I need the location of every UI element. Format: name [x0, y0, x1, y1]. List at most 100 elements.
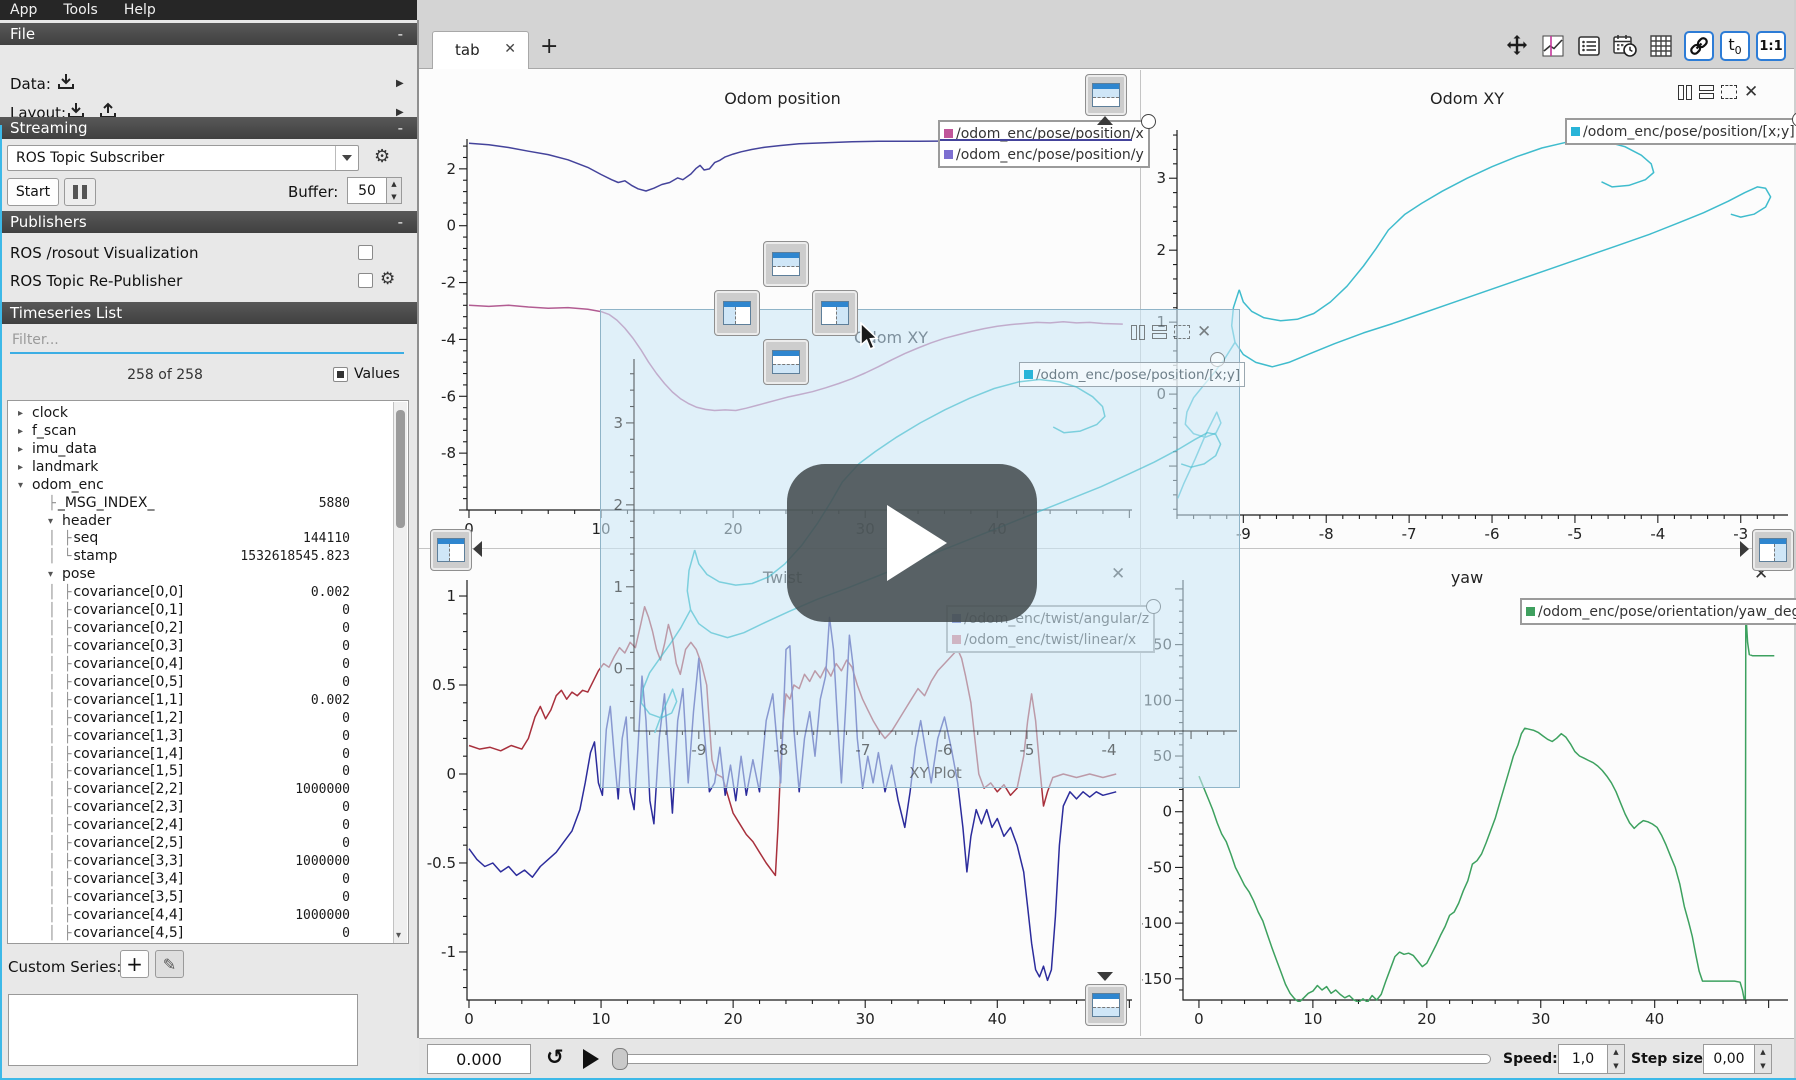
legend-odom-xy[interactable]: /odom_enc/pose/position/[x;y]: [1565, 118, 1796, 145]
tree-item[interactable]: ▾pose: [8, 566, 408, 584]
streaming-source-select[interactable]: ROS Topic Subscriber: [7, 145, 359, 171]
legend-yaw[interactable]: /odom_enc/pose/orientation/yaw_deg: [1520, 598, 1796, 625]
dock-bottom-indicator[interactable]: [763, 339, 809, 385]
tree-item[interactable]: │ ├ covariance[2,4]0: [8, 817, 408, 835]
republisher-gear-icon[interactable]: ⚙: [380, 269, 395, 289]
tree-item[interactable]: │ ├ covariance[3,4]0: [8, 871, 408, 889]
legend-entry[interactable]: /odom_enc/pose/position/y: [944, 144, 1144, 165]
values-checkbox[interactable]: [333, 367, 348, 382]
tree-item[interactable]: │ ├ seq144110: [8, 530, 408, 548]
tab-close-icon[interactable]: ✕: [504, 41, 516, 57]
loop-icon[interactable]: ↺: [546, 1045, 564, 1069]
tree-item[interactable]: ▸f_scan: [8, 423, 408, 441]
legend-handle[interactable]: [1141, 114, 1156, 129]
streaming-section-header[interactable]: Streaming -: [0, 117, 417, 139]
speed-spinbox[interactable]: 1,0: [1558, 1044, 1608, 1074]
timeseries-section-header[interactable]: Timeseries List: [0, 302, 417, 324]
tree-item[interactable]: │ ├ covariance[4,4]1000000: [8, 907, 408, 925]
playback-slider[interactable]: [612, 1054, 1491, 1064]
link-ranges-icon[interactable]: [1684, 31, 1714, 61]
edit-custom-series-button[interactable]: ✎: [155, 950, 184, 978]
tree-item[interactable]: │ ├ covariance[0,5]0: [8, 674, 408, 692]
tree-scrollbar-thumb[interactable]: [396, 410, 405, 528]
tree-item[interactable]: │ ├ covariance[0,4]0: [8, 656, 408, 674]
collapse-icon[interactable]: -: [398, 211, 403, 233]
datetime-tool-icon[interactable]: [1610, 31, 1640, 61]
legend-tool-icon[interactable]: [1574, 31, 1604, 61]
tracker-tool-icon[interactable]: [1538, 31, 1568, 61]
playback-play-button[interactable]: [583, 1049, 599, 1069]
tree-item[interactable]: ▸imu_data: [8, 441, 408, 459]
data-submenu-icon[interactable]: ▶: [396, 78, 404, 89]
collapse-icon[interactable]: -: [398, 23, 403, 45]
tree-item[interactable]: │ ├ covariance[2,3]0: [8, 799, 408, 817]
tree-expand-icon[interactable]: ▸: [18, 423, 32, 441]
split-horizontal-icon[interactable]: [1699, 85, 1714, 99]
tree-expand-icon[interactable]: ▸: [18, 459, 32, 477]
fullscreen-icon[interactable]: [1721, 85, 1737, 99]
custom-series-list[interactable]: [8, 994, 358, 1066]
close-plot-icon[interactable]: ✕: [1744, 84, 1758, 100]
menu-tools[interactable]: Tools: [63, 2, 98, 18]
filter-input[interactable]: [10, 328, 404, 354]
start-button[interactable]: Start: [7, 178, 59, 206]
step-spin-arrows[interactable]: ▲▼: [1754, 1044, 1772, 1074]
dock-edge-right-indicator[interactable]: [1752, 529, 1794, 571]
tree-item[interactable]: ├ _MSG_INDEX_5880: [8, 495, 408, 513]
ratio-1-1-icon[interactable]: 1:1: [1756, 31, 1786, 61]
tree-item[interactable]: │ ├ covariance[0,2]0: [8, 620, 408, 638]
tree-item[interactable]: │ ├ covariance[1,5]0: [8, 763, 408, 781]
tree-item[interactable]: │ ├ covariance[2,5]0: [8, 835, 408, 853]
tree-item[interactable]: ▸clock: [8, 405, 408, 423]
tree-item[interactable]: │ ├ covariance[1,4]0: [8, 746, 408, 764]
dock-edge-left-indicator[interactable]: [430, 529, 472, 571]
tree-item[interactable]: │ ├ covariance[3,5]0: [8, 889, 408, 907]
tree-item[interactable]: │ ├ covariance[3,3]1000000: [8, 853, 408, 871]
tree-item[interactable]: │ ├ covariance[0,0]0.002: [8, 584, 408, 602]
tree-item[interactable]: ▸landmark: [8, 459, 408, 477]
tree-item[interactable]: │ ├ covariance[1,3]0: [8, 728, 408, 746]
tree-item[interactable]: │ ├ covariance[4,5]0: [8, 925, 408, 943]
tree-item[interactable]: │ ├ covariance[0,1]0: [8, 602, 408, 620]
tree-collapse-icon[interactable]: ▾: [48, 566, 62, 584]
streaming-gear-icon[interactable]: ⚙: [374, 146, 390, 167]
publisher-rosout-checkbox[interactable]: [358, 245, 373, 260]
dock-edge-bottom-indicator[interactable]: [1085, 984, 1127, 1026]
tree-item[interactable]: │ ├ covariance[2,2]1000000: [8, 781, 408, 799]
step-size-spinbox[interactable]: 0,00: [1703, 1044, 1755, 1074]
load-data-icon[interactable]: [56, 72, 76, 96]
pause-button[interactable]: [64, 178, 96, 206]
playback-time[interactable]: 0.000: [427, 1044, 531, 1074]
grid-tool-icon[interactable]: [1646, 31, 1676, 61]
split-vertical-icon[interactable]: [1678, 85, 1692, 100]
tree-collapse-icon[interactable]: ▾: [18, 477, 32, 495]
tree-expand-icon[interactable]: ▸: [18, 405, 32, 423]
publishers-section-header[interactable]: Publishers -: [0, 211, 417, 233]
dock-right-indicator[interactable]: [812, 290, 858, 336]
tree-item[interactable]: │ ├ covariance[1,1]0.002: [8, 692, 408, 710]
buffer-spin-arrows[interactable]: ▲▼: [386, 177, 402, 204]
dock-top-indicator[interactable]: [763, 241, 809, 287]
tree-item[interactable]: │ └ stamp1532618545.823: [8, 548, 408, 566]
dock-left-indicator[interactable]: [714, 290, 760, 336]
tree-item[interactable]: │ ├ covariance[1,2]0: [8, 710, 408, 728]
legend-odom-position[interactable]: /odom_enc/pose/position/x/odom_enc/pose/…: [938, 120, 1150, 168]
dock-edge-top-indicator[interactable]: [1085, 74, 1127, 116]
tree-item[interactable]: ▾odom_enc: [8, 477, 408, 495]
tree-item[interactable]: │ ├ covariance[0,3]0: [8, 638, 408, 656]
add-tab-button[interactable]: +: [540, 34, 558, 59]
move-tool-icon[interactable]: [1502, 31, 1532, 61]
video-play-button[interactable]: [787, 464, 1037, 622]
legend-entry[interactable]: /odom_enc/pose/orientation/yaw_deg: [1526, 601, 1796, 622]
collapse-icon[interactable]: -: [398, 117, 403, 139]
time-offset-icon[interactable]: t0: [1720, 31, 1750, 61]
menu-app[interactable]: App: [10, 2, 37, 18]
file-section-header[interactable]: File -: [0, 23, 417, 45]
scroll-down-icon[interactable]: ▾: [396, 930, 401, 941]
add-custom-series-button[interactable]: +: [120, 950, 149, 978]
tree-expand-icon[interactable]: ▸: [18, 441, 32, 459]
speed-spin-arrows[interactable]: ▲▼: [1607, 1044, 1625, 1074]
tree-item[interactable]: ▾header: [8, 513, 408, 531]
legend-entry[interactable]: /odom_enc/pose/position/[x;y]: [1571, 121, 1795, 142]
tree-scrollbar[interactable]: ▾: [393, 402, 407, 944]
